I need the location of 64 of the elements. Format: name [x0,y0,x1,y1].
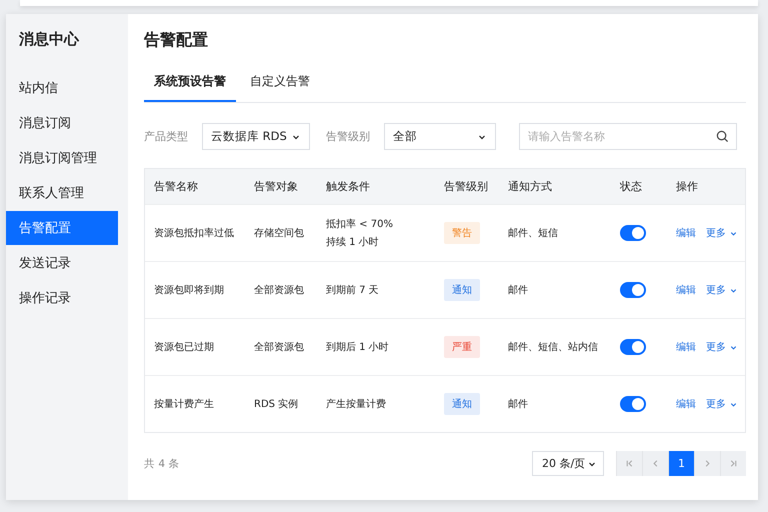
status-toggle[interactable] [620,282,646,298]
sidebar-title: 消息中心 [18,30,80,50]
status-toggle[interactable] [620,396,646,412]
more-link[interactable]: 更多 [706,340,738,354]
chevron-left-icon [651,459,660,468]
level-tag: 警告 [444,222,480,244]
table-cell-text: 邮件、短信 [508,226,559,240]
filter-label: 告警级别 [326,129,370,144]
table-cell-text: 持续 1 小时 [326,236,380,249]
product-select[interactable]: 云数据库 RDS [202,123,310,150]
more-link[interactable]: 更多 [706,283,738,297]
table-cell-text: 全部资源包 [254,284,305,297]
level-tag: 严重 [444,336,480,358]
table-cell-text: 到期前 7 天 [326,284,380,297]
page-size-select[interactable]: 20 条/页 [532,451,604,476]
more-link[interactable]: 更多 [706,226,738,240]
table-cell-text: 邮件、短信、站内信 [508,340,599,354]
column-header: 告警名称 [154,179,199,194]
sidebar-item[interactable]: 告警配置 [6,211,118,245]
last-page-icon [729,459,738,468]
filter-label: 产品类型 [144,129,188,144]
first-page-icon [625,459,634,468]
tab[interactable]: 自定义告警 [240,73,320,102]
sidebar-item[interactable]: 联系人管理 [6,176,118,210]
status-toggle[interactable] [620,339,646,355]
sidebar-item[interactable]: 操作记录 [6,281,118,315]
edit-link[interactable]: 编辑 [676,397,696,411]
column-header: 告警对象 [254,179,299,194]
column-header: 触发条件 [326,179,371,194]
column-header: 告警级别 [444,179,489,194]
sidebar-item[interactable]: 发送记录 [6,246,118,280]
sidebar-item[interactable]: 消息订阅 [6,106,118,140]
level-tag: 通知 [444,279,480,301]
table-cell-text: 按量计费产生 [154,398,215,411]
sidebar-item[interactable]: 站内信 [6,71,118,105]
chevron-right-icon [703,459,712,468]
edit-link[interactable]: 编辑 [676,226,696,240]
column-header: 状态 [620,179,643,194]
column-header: 操作 [676,179,699,194]
tab[interactable]: 系统预设告警 [144,73,236,102]
table-cell-text: 存储空间包 [254,226,305,240]
page-title: 告警配置 [144,30,209,51]
level-select[interactable]: 全部 [384,123,496,150]
table-cell-text: 产生按量计费 [326,398,387,411]
search-icon [716,130,729,143]
search-input[interactable]: 请输入告警名称 [519,123,737,150]
table-cell-text: 资源包已过期 [154,340,215,354]
table-cell-text: 资源包抵扣率过低 [154,226,235,240]
table-cell-text: 到期后 1 小时 [326,340,390,354]
table-cell-text: 资源包即将到期 [154,284,225,297]
edit-link[interactable]: 编辑 [676,340,696,354]
edit-link[interactable]: 编辑 [676,283,696,297]
page-button[interactable]: 1 [668,451,694,476]
table-cell-text: 全部资源包 [254,340,305,354]
total-count: 共 4 条 [144,456,180,470]
sidebar-item[interactable]: 消息订阅管理 [6,141,118,175]
table-cell-text: 邮件 [508,398,529,411]
level-tag: 通知 [444,393,480,415]
table-cell-text: RDS 实例 [254,398,300,411]
table-cell-text: 邮件 [508,284,529,297]
column-header: 通知方式 [508,179,553,194]
status-toggle[interactable] [620,225,646,241]
more-link[interactable]: 更多 [706,397,738,411]
table-cell-text: 抵扣率 < 70% [326,218,394,231]
